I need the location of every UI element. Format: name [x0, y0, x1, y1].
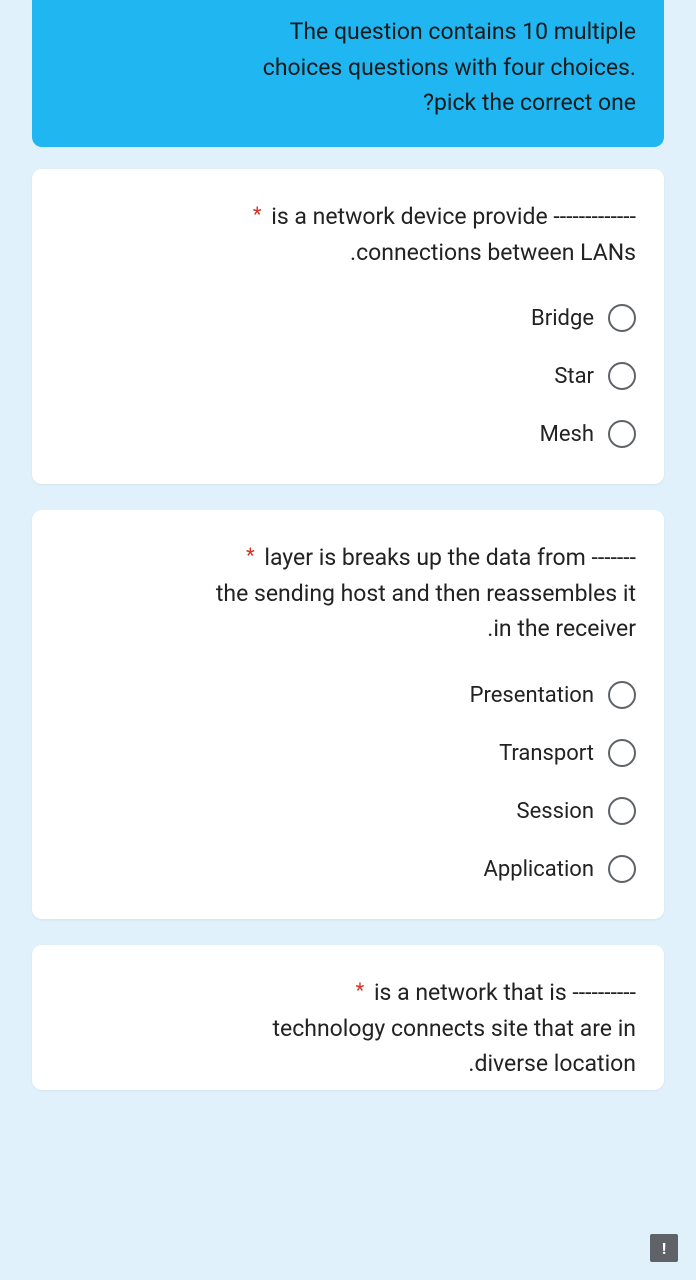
options-group: Presentation Transport Session Applicati…	[60, 681, 636, 883]
question-card-3: * is a network that is ---------- techno…	[32, 945, 664, 1090]
question-line-1: is a network device provide ------------…	[271, 203, 636, 230]
option-application[interactable]: Application	[484, 855, 636, 883]
question-line-1: is a network that is ----------	[374, 979, 636, 1006]
exclamation-icon: !	[662, 1239, 666, 1258]
option-transport[interactable]: Transport	[499, 739, 636, 767]
option-session[interactable]: Session	[517, 797, 636, 825]
option-label: Star	[554, 364, 594, 389]
required-star-icon: *	[253, 202, 262, 226]
header-line-3: ?pick the correct one	[60, 85, 636, 121]
question-line-1: layer is breaks up the data from -------	[264, 544, 636, 571]
question-line-3: .diverse location	[468, 1050, 636, 1077]
radio-icon	[608, 362, 636, 390]
question-text: * is a network device provide ----------…	[60, 199, 636, 270]
option-mesh[interactable]: Mesh	[540, 420, 636, 448]
question-text: * layer is breaks up the data from -----…	[60, 540, 636, 647]
radio-icon	[608, 681, 636, 709]
option-label: Presentation	[470, 683, 594, 708]
option-label: Bridge	[531, 306, 594, 331]
form-description-header: The question contains 10 multiple choice…	[32, 0, 664, 147]
option-label: Transport	[499, 741, 594, 766]
header-line-1: The question contains 10 multiple	[60, 14, 636, 50]
question-line-3: .in the receiver	[487, 615, 636, 642]
header-line-2: choices questions with four choices.	[60, 50, 636, 86]
question-line-2: the sending host and then reassembles it	[216, 580, 636, 607]
option-label: Mesh	[540, 422, 594, 447]
report-problem-button[interactable]: !	[650, 1234, 678, 1262]
required-star-icon: *	[246, 543, 255, 567]
radio-icon	[608, 304, 636, 332]
option-bridge[interactable]: Bridge	[531, 304, 636, 332]
radio-icon	[608, 420, 636, 448]
question-card-1: * is a network device provide ----------…	[32, 169, 664, 484]
option-label: Session	[517, 799, 594, 824]
required-star-icon: *	[356, 978, 365, 1002]
option-label: Application	[484, 857, 594, 882]
radio-icon	[608, 855, 636, 883]
question-line-2: .connections between LANs	[350, 239, 636, 266]
question-card-2: * layer is breaks up the data from -----…	[32, 510, 664, 919]
option-star[interactable]: Star	[554, 362, 636, 390]
option-presentation[interactable]: Presentation	[470, 681, 636, 709]
question-line-2: technology connects site that are in	[273, 1015, 636, 1042]
radio-icon	[608, 797, 636, 825]
options-group: Bridge Star Mesh	[60, 304, 636, 448]
radio-icon	[608, 739, 636, 767]
question-text: * is a network that is ---------- techno…	[60, 975, 636, 1082]
